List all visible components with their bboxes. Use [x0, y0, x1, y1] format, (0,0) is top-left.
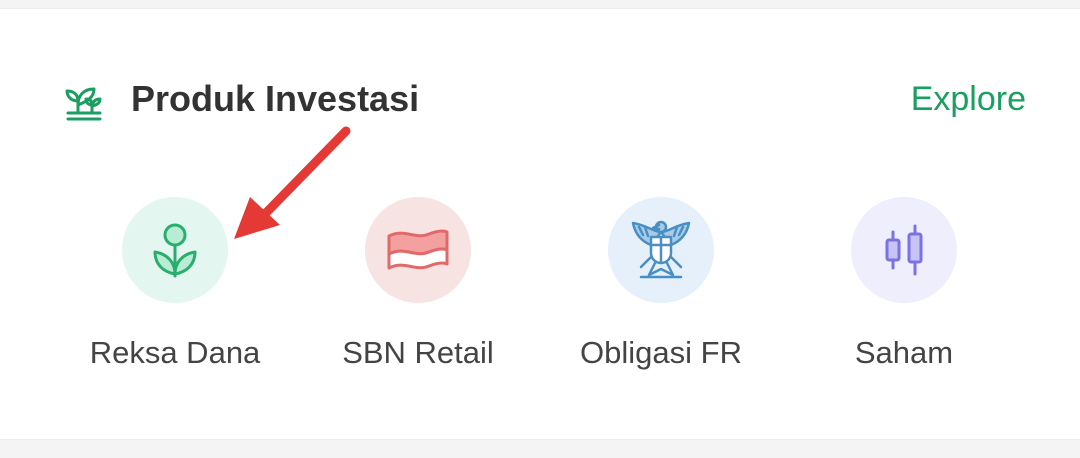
- investment-products-card: Produk Investasi Explore Reksa Dana SBN …: [0, 8, 1080, 440]
- garuda-icon: [631, 220, 691, 279]
- product-icon-circle: [122, 197, 228, 303]
- explore-link[interactable]: Explore: [911, 76, 1026, 122]
- product-sbn-retail[interactable]: SBN Retail: [298, 197, 538, 377]
- product-icon-circle: [851, 197, 957, 303]
- product-saham[interactable]: Saham: [784, 197, 1024, 377]
- product-obligasi-fr[interactable]: Obligasi FR: [541, 197, 781, 377]
- tulip-icon: [153, 223, 197, 278]
- candlestick-icon: [885, 224, 923, 276]
- product-reksa-dana[interactable]: Reksa Dana: [55, 197, 295, 377]
- product-icon-circle: [365, 197, 471, 303]
- product-icon-circle: [608, 197, 714, 303]
- flag-icon: [387, 229, 449, 270]
- product-label: Reksa Dana: [89, 335, 261, 370]
- section-title: Produk Investasi: [131, 78, 420, 119]
- product-label: Saham: [854, 335, 954, 370]
- product-label: Obligasi FR: [580, 335, 742, 370]
- plant-growth-icon: [62, 79, 106, 123]
- product-label: SBN Retail: [342, 335, 494, 370]
